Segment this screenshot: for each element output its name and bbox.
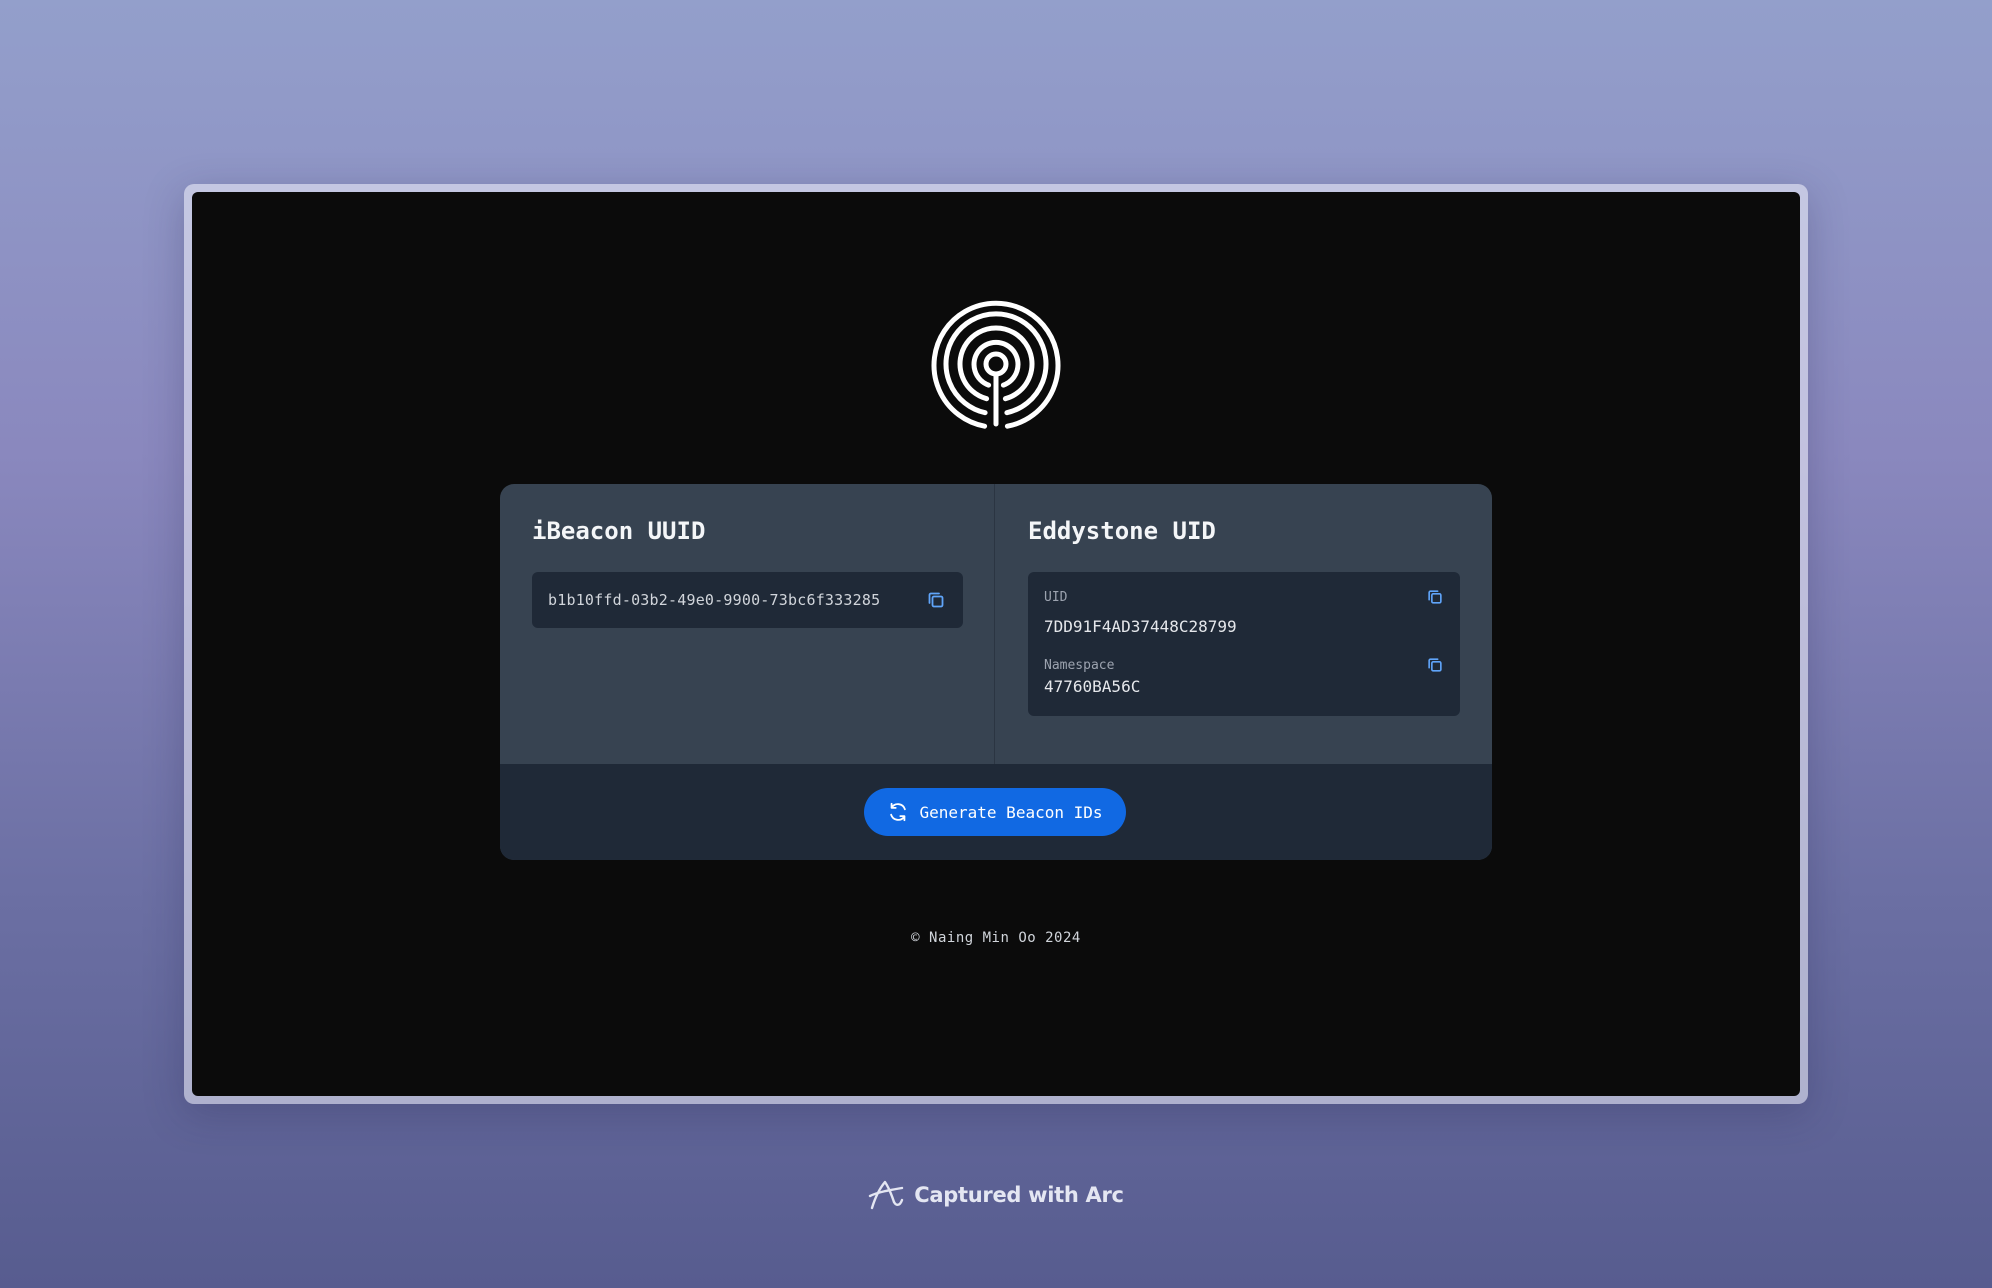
copyright-text: © Naing Min Oo 2024 (911, 930, 1081, 946)
copy-uuid-button[interactable] (925, 589, 947, 611)
ibeacon-uuid-value: b1b10ffd-03b2-49e0-9900-73bc6f333285 (548, 591, 881, 609)
copy-icon (1428, 590, 1442, 604)
copy-icon (1428, 658, 1442, 672)
copy-uid-button[interactable] (1424, 586, 1446, 608)
uid-label: UID (1044, 590, 1068, 605)
generate-label: Generate Beacon IDs (919, 802, 1103, 822)
eddystone-title: Eddystone UID (1028, 517, 1216, 545)
ibeacon-panel: iBeacon UUID b1b10ffd-03b2-49e0-9900-73b… (500, 484, 995, 764)
copy-icon (928, 592, 944, 608)
eddystone-fields: UID 7DD91F4AD37448C28799 Namespace 47760… (1028, 572, 1460, 716)
arc-logo-icon (869, 1180, 904, 1210)
generate-beacon-ids-button[interactable]: Generate Beacon IDs (864, 788, 1126, 836)
ibeacon-title: iBeacon UUID (532, 517, 706, 545)
card-footer: Generate Beacon IDs (500, 764, 1492, 860)
capture-text: Captured with Arc (914, 1183, 1124, 1207)
beacon-logo-icon (918, 286, 1074, 442)
uid-value: 7DD91F4AD37448C28799 (1044, 617, 1237, 636)
namespace-label: Namespace (1044, 658, 1115, 673)
eddystone-panel: Eddystone UID UID 7DD91F4AD37448C28799 N… (996, 484, 1492, 764)
namespace-value: 47760BA56C (1044, 677, 1141, 696)
app-window: iBeacon UUID b1b10ffd-03b2-49e0-9900-73b… (192, 192, 1800, 1096)
capture-badge: Captured with Arc (0, 1178, 1992, 1212)
ibeacon-uuid-field: b1b10ffd-03b2-49e0-9900-73bc6f333285 (532, 572, 963, 628)
copy-namespace-button[interactable] (1424, 654, 1446, 676)
refresh-icon (890, 802, 907, 822)
beacon-card: iBeacon UUID b1b10ffd-03b2-49e0-9900-73b… (500, 484, 1492, 860)
